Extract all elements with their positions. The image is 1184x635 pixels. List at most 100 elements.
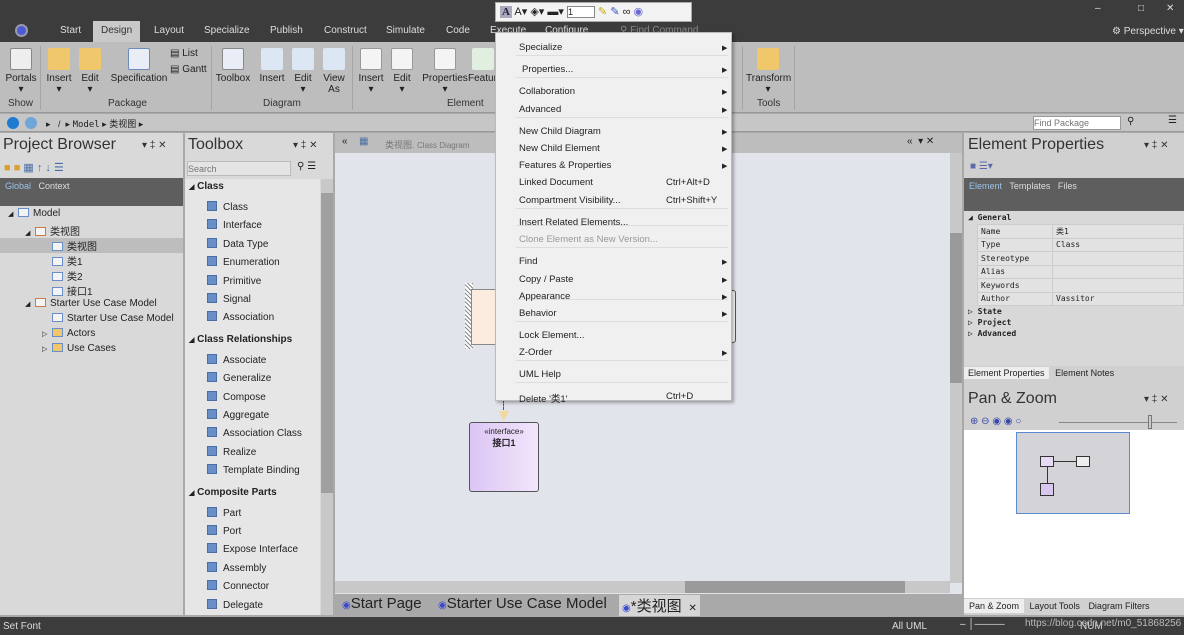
status-mode[interactable]: All UML xyxy=(892,621,927,632)
expander-icon[interactable] xyxy=(42,275,52,282)
close-tab-icon[interactable]: ✕ xyxy=(686,603,697,614)
ribbon-tab-simulate[interactable]: Simulate xyxy=(378,21,433,42)
menu-item[interactable]: Insert Related Elements... xyxy=(519,217,628,228)
menu-item[interactable]: Properties... xyxy=(522,64,573,75)
ribbon-tab-code[interactable]: Code xyxy=(438,21,478,42)
vertical-scrollbar[interactable] xyxy=(950,153,962,583)
menu-item[interactable]: Linked Document xyxy=(519,177,593,188)
status-zoom-slider[interactable]: – │——— xyxy=(960,619,1005,630)
property-value[interactable] xyxy=(1052,264,1184,279)
line-color-icon[interactable]: ▬▾ xyxy=(547,6,564,18)
menu-item[interactable]: Behavior xyxy=(519,308,557,319)
ribbon-tab-specialize[interactable]: Specialize xyxy=(196,21,258,42)
zoom-buttons[interactable]: ⊕ ⊖ ◉ ◉ ○ xyxy=(970,416,1021,427)
element-insert-button[interactable]: Insert ▾ xyxy=(357,48,385,95)
toolbox-item[interactable]: Associate xyxy=(207,353,266,369)
diagram-insert-button[interactable]: Insert xyxy=(258,48,286,84)
tree-item[interactable]: ▷ Actors xyxy=(0,328,183,343)
menu-item[interactable]: Compartment Visibility... xyxy=(519,195,621,206)
tab-pan-zoom[interactable]: Pan & Zoom xyxy=(964,599,1025,613)
specification-button[interactable]: Specification xyxy=(110,48,168,84)
ribbon-tab-publish[interactable]: Publish xyxy=(262,21,311,42)
format-painter-icon[interactable]: ✎ xyxy=(598,6,607,18)
toolbox-item[interactable]: Assembly xyxy=(207,561,266,577)
diagram-edit-button[interactable]: Edit ▾ xyxy=(290,48,316,95)
ribbon-tab-layout[interactable]: Layout xyxy=(146,21,192,42)
property-row[interactable]: Alias xyxy=(977,264,1184,279)
expander-icon[interactable] xyxy=(42,290,52,297)
menu-item[interactable]: Delete '类1' xyxy=(519,391,568,405)
panel-controls[interactable]: ▾ ‡ ✕ xyxy=(1144,140,1169,151)
property-row[interactable]: Stereotype xyxy=(977,251,1184,266)
property-row[interactable]: Name 类1 xyxy=(977,224,1184,239)
menu-item[interactable]: Appearance xyxy=(519,291,570,302)
section-state[interactable]: State xyxy=(978,307,1002,316)
menu-item[interactable]: New Child Diagram xyxy=(519,126,601,137)
crumb-model[interactable]: Model xyxy=(73,120,100,130)
toolbox-item[interactable]: Association xyxy=(207,311,274,326)
toolbox-item[interactable]: Interface xyxy=(207,219,262,234)
toolbox-item[interactable]: Connector xyxy=(207,580,269,595)
properties-button[interactable]: Properties ▾ xyxy=(422,48,468,95)
ribbon-tab-design[interactable]: Design xyxy=(93,21,141,42)
toolbox-group-header[interactable]: ◢ Composite Parts xyxy=(189,487,277,502)
menu-item[interactable]: Specialize xyxy=(519,42,562,53)
document-tab[interactable]: ◉Start Page xyxy=(339,595,425,612)
toolbox-scrollbar[interactable] xyxy=(321,179,333,615)
expander-icon[interactable]: ◢ xyxy=(8,210,18,218)
restore-button[interactable]: □ xyxy=(1138,3,1144,14)
toolbox-item[interactable]: Data Type xyxy=(207,237,268,253)
toolbox-item[interactable]: Enumeration xyxy=(207,256,280,271)
tab-templates[interactable]: Templates xyxy=(1009,181,1050,191)
package-insert-button[interactable]: Insert ▾ xyxy=(45,48,73,95)
toolbox-item[interactable]: Association Class xyxy=(207,427,302,442)
pan-viewport[interactable] xyxy=(1016,432,1130,514)
eyedropper-icon[interactable]: ✎ xyxy=(610,6,619,18)
toolbox-item[interactable]: Part xyxy=(207,506,241,522)
property-value[interactable]: Vassitor xyxy=(1052,291,1184,306)
interface-box[interactable]: «interface» 接口1 xyxy=(469,422,539,492)
tab-layout-tools[interactable]: Layout Tools xyxy=(1027,599,1083,613)
view-as-button[interactable]: View As xyxy=(320,48,348,95)
section-project[interactable]: Project xyxy=(978,318,1012,327)
property-value[interactable]: Class xyxy=(1052,237,1184,252)
toolbox-item[interactable]: Primitive xyxy=(207,274,261,290)
font-icon[interactable]: A xyxy=(500,6,512,18)
menu-item[interactable]: Copy / Paste xyxy=(519,274,573,285)
zoom-slider[interactable] xyxy=(1059,422,1177,423)
toolbox-group-header[interactable]: ◢ Class xyxy=(189,181,224,196)
menu-item[interactable]: Find xyxy=(519,256,537,267)
properties-toolbar[interactable]: ■ ☰▾ xyxy=(970,161,993,172)
expander-icon[interactable]: ▷ xyxy=(42,330,52,338)
panel-controls[interactable]: ▾ ‡ ✕ xyxy=(142,140,167,151)
toolbox-item[interactable]: Expose Interface xyxy=(207,543,298,558)
property-value[interactable]: 类1 xyxy=(1052,224,1184,239)
tree-item[interactable]: ▷ Use Cases xyxy=(0,343,183,358)
font-color-icon[interactable]: A▾ xyxy=(514,6,527,18)
glasses-icon[interactable]: ∞ xyxy=(623,6,631,18)
tree-item[interactable]: 类1 xyxy=(0,253,183,268)
tree-item[interactable]: 类视图 xyxy=(0,238,183,253)
toolbox-item[interactable]: Realize xyxy=(207,445,256,461)
crumb-root[interactable]: / xyxy=(58,119,61,129)
toolbox-search-input[interactable] xyxy=(187,161,291,176)
section-advanced[interactable]: Advanced xyxy=(978,329,1017,338)
menu-item[interactable]: Features & Properties xyxy=(519,160,611,171)
transform-button[interactable]: Transform ▾ xyxy=(746,48,791,95)
document-tab[interactable]: ◉Starter Use Case Model xyxy=(435,595,610,612)
portals-button[interactable]: Portals ▾ xyxy=(5,48,37,95)
close-button[interactable]: ✕ xyxy=(1166,3,1174,14)
toolbox-item[interactable]: Generalize xyxy=(207,372,271,387)
document-tab[interactable]: ◉*类视图 ✕ xyxy=(619,595,700,616)
minimize-button[interactable]: – xyxy=(1095,3,1101,14)
panel-controls[interactable]: ▾ ‡ ✕ xyxy=(293,140,318,151)
tab-diagram-filters[interactable]: Diagram Filters xyxy=(1085,599,1152,613)
toolbox-item[interactable]: Compose xyxy=(207,390,266,406)
expander-icon[interactable] xyxy=(42,316,52,323)
gantt-button[interactable]: ▤ Gantt xyxy=(170,64,207,75)
perspective-button[interactable]: ⚙ Perspective ▾ xyxy=(1112,26,1184,37)
app-menu-icon[interactable] xyxy=(15,24,28,37)
toolbox-button[interactable]: Toolbox xyxy=(215,48,251,84)
element-edit-button[interactable]: Edit ▾ xyxy=(389,48,415,95)
horizontal-scrollbar[interactable] xyxy=(335,581,950,593)
